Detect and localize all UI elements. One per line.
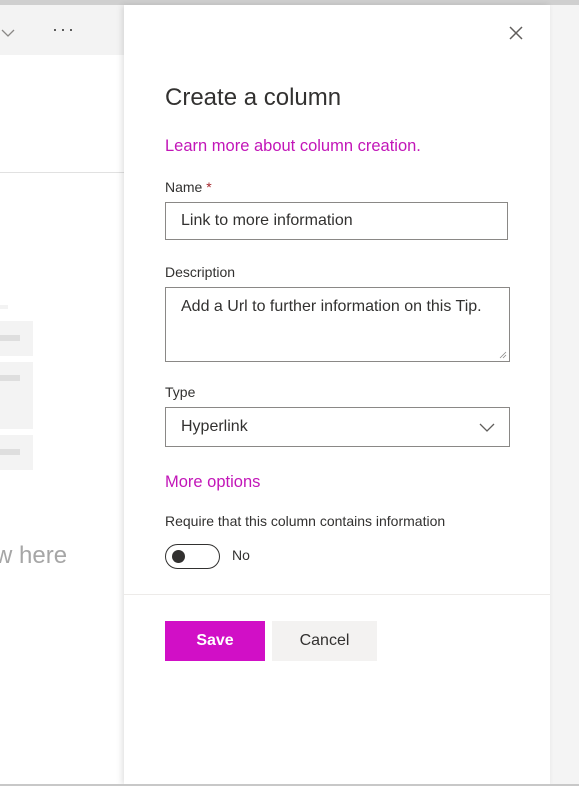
name-input-value: Link to more information — [181, 212, 353, 229]
description-label: Description — [165, 264, 236, 280]
require-label: Require that this column contains inform… — [165, 513, 446, 529]
name-label-text: Name — [165, 179, 203, 195]
toggle-knob — [172, 550, 185, 563]
require-toggle[interactable] — [165, 544, 220, 569]
name-input[interactable]: Link to more information — [165, 202, 508, 240]
skeleton-row — [0, 435, 33, 470]
close-icon[interactable] — [506, 23, 526, 43]
description-value: Add a Url to further information on this… — [181, 298, 482, 315]
panel-title: Create a column — [165, 84, 342, 111]
skeleton-row — [0, 362, 33, 429]
chevron-down-icon[interactable] — [0, 25, 16, 41]
background-hint-text: w here — [0, 542, 68, 569]
command-bar: ··· — [0, 5, 124, 55]
save-button[interactable]: Save — [165, 621, 265, 661]
more-icon[interactable]: ··· — [52, 19, 76, 40]
more-options-link[interactable]: More options — [165, 473, 260, 492]
chevron-down-icon — [479, 423, 495, 432]
learn-more-link[interactable]: Learn more about column creation. — [165, 137, 421, 156]
required-mark: * — [206, 179, 212, 195]
skeleton-row — [0, 321, 33, 356]
background-divider — [0, 172, 124, 173]
toggle-state-text: No — [232, 547, 250, 563]
skeleton-tick — [0, 305, 8, 309]
create-column-panel: Create a column Learn more about column … — [124, 5, 550, 785]
resize-grip-icon[interactable] — [499, 351, 507, 359]
panel-divider — [124, 594, 550, 595]
type-selected-value: Hyperlink — [181, 418, 248, 435]
right-edge — [550, 5, 579, 786]
type-dropdown[interactable]: Hyperlink — [165, 407, 510, 447]
type-label: Type — [165, 384, 196, 400]
description-textarea[interactable]: Add a Url to further information on this… — [165, 287, 510, 362]
cancel-button[interactable]: Cancel — [272, 621, 377, 661]
name-label: Name * — [165, 179, 212, 195]
